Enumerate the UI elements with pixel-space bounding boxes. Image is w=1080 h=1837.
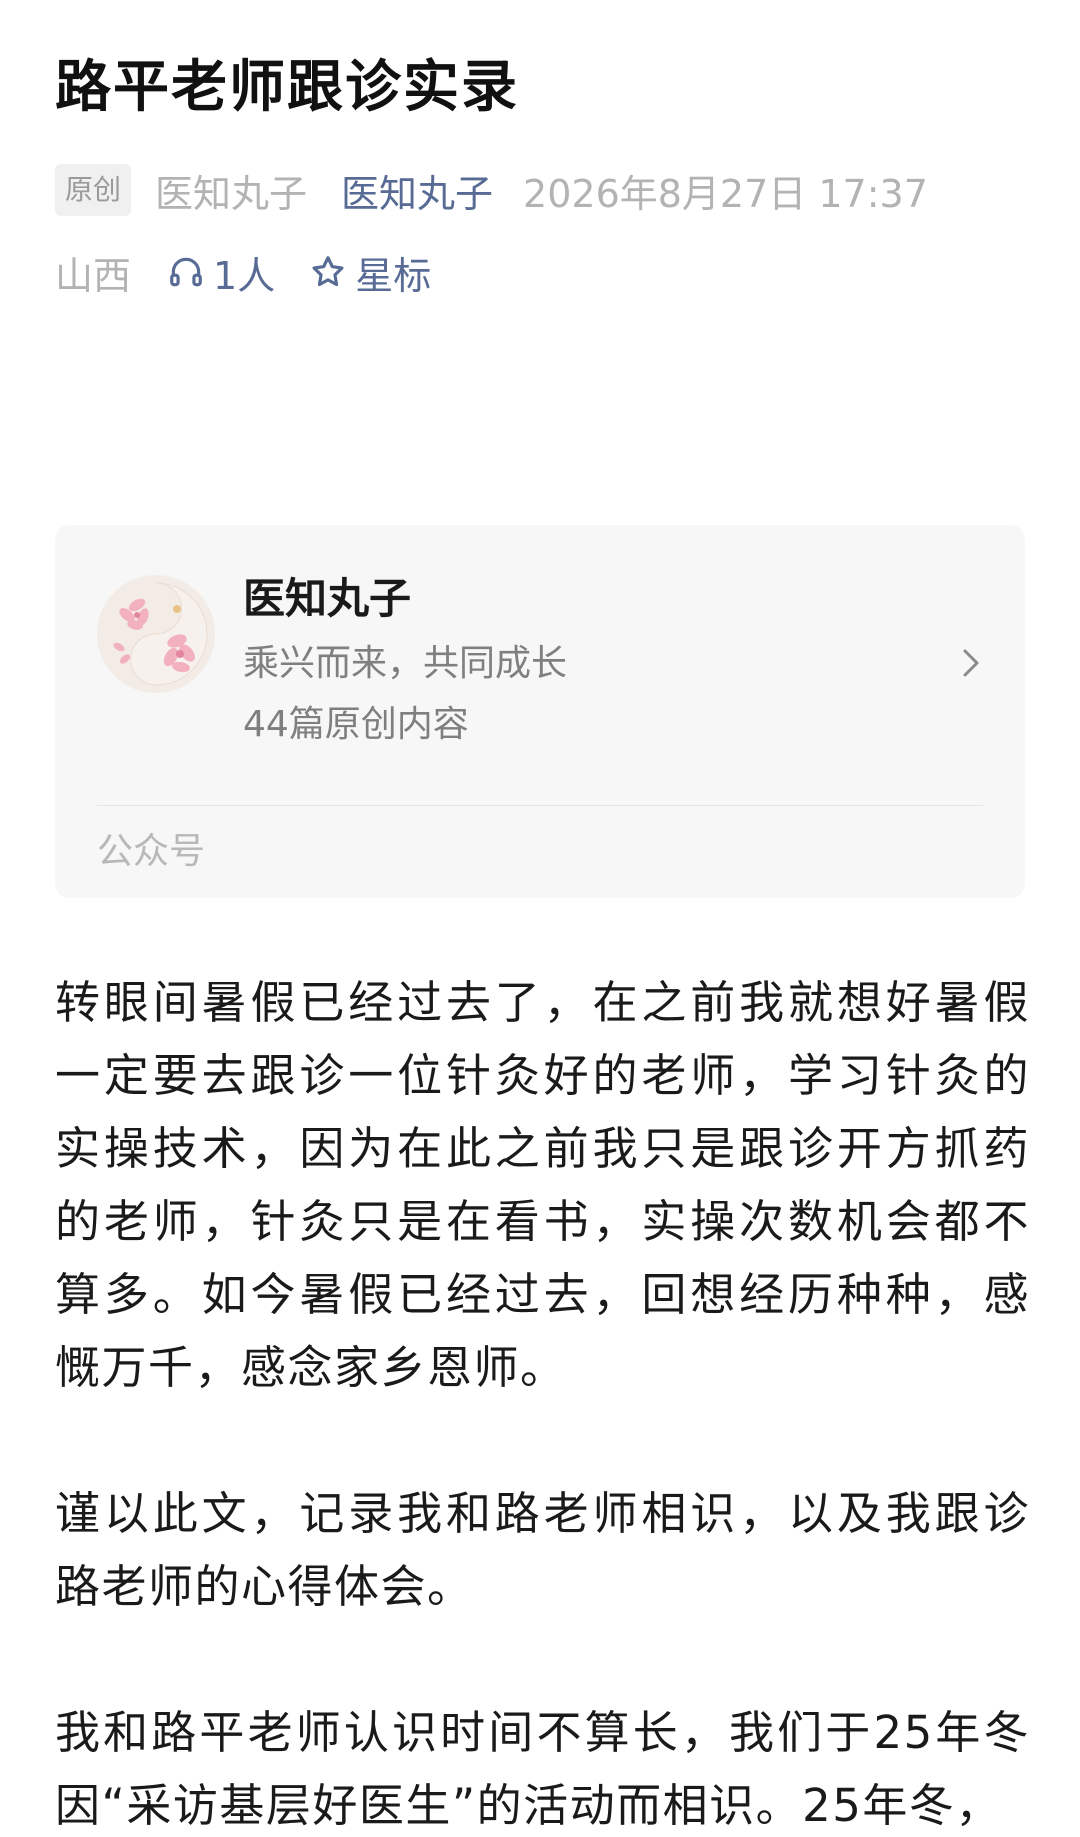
author-name: 医知丸子: [155, 171, 308, 216]
original-tag: 原创: [55, 164, 132, 216]
star-label: 星标: [355, 253, 432, 298]
chevron-right-icon[interactable]: [955, 643, 985, 683]
article-meta-row-2: 山西 1人 星标: [55, 244, 431, 300]
listen-button[interactable]: 1人: [167, 245, 275, 300]
lotus-yinyang-avatar: [97, 575, 215, 693]
account-card-original-count: 44篇原创内容: [243, 704, 469, 745]
account-avatar: [97, 575, 215, 693]
account-card[interactable]: 医知丸子 乘兴而来，共同成长 44篇原创内容 公众号: [55, 525, 1025, 898]
headphones-icon: [170, 257, 202, 287]
star-outline-icon: [312, 256, 344, 287]
article-page: 路平老师跟诊实录 原创 医知丸子 医知丸子 2026年8月27日 17:37 山…: [0, 0, 1080, 1837]
account-card-name: 医知丸子: [243, 574, 412, 623]
article-title: 路平老师跟诊实录: [55, 55, 519, 120]
article-paragraph: 我和路平老师认识时间不算长，我们于25年冬因“采访基层好医生”的活动而相识。25…: [55, 1706, 1030, 1832]
article-paragraph: 谨以此文，记录我和路老师相识，以及我跟诊路老师的心得体会。: [55, 1487, 1030, 1613]
account-name-link[interactable]: 医知丸子: [341, 163, 493, 218]
publish-date: 2026年8月27日 17:37: [523, 171, 928, 216]
account-card-footer-label: 公众号: [97, 831, 206, 872]
article-meta-row: 原创 医知丸子 医知丸子 2026年8月27日 17:37: [55, 162, 928, 218]
star-button[interactable]: 星标: [309, 245, 431, 300]
region-label: 山西: [55, 253, 132, 298]
account-card-description: 乘兴而来，共同成长: [243, 643, 568, 684]
article-paragraph: 转眼间暑假已经过去了，在之前我就想好暑假一定要去跟诊一位针灸好的老师，学习针灸的…: [55, 976, 1030, 1394]
listen-count: 1人: [213, 253, 276, 298]
article-body: 转眼间暑假已经过去了，在之前我就想好暑假一定要去跟诊一位针灸好的老师，学习针灸的…: [55, 966, 1030, 1837]
card-divider: [97, 805, 983, 806]
